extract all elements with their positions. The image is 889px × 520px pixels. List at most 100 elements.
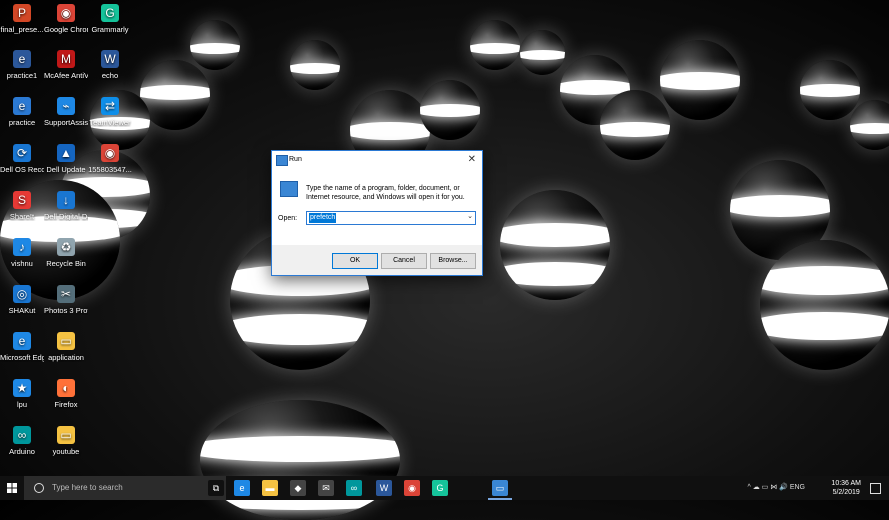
edge-icon: e [13,332,31,350]
task-view-icon[interactable]: ⧉ [208,480,224,496]
run-titlebar[interactable]: Run ✕ [272,151,482,169]
run-title: Run [289,156,302,163]
open-label: Open: [278,215,298,222]
arduino-icon[interactable]: ∞ [346,480,362,496]
desktop-icon-label: McAfee AntiVirus [44,71,88,80]
edge-file-icon: e [13,50,31,68]
desktop-icon[interactable]: e practice [0,97,44,127]
edge-icon[interactable]: e [234,480,250,496]
powerpoint-icon: P [13,4,31,22]
desktop-icon-label: 155803547... [88,165,132,174]
desktop-icon-label: final_prese... [0,25,44,34]
desktop-icon[interactable]: ◐ Firefox [44,379,88,409]
word-icon: W [101,50,119,68]
grammarly-icon[interactable]: G [432,480,448,496]
desktop-icon[interactable]: Wecho [88,50,132,80]
dell-update-icon: ▲ [57,144,75,162]
run-dialog: Run ✕ Type the name of a program, folder… [271,150,483,276]
vishnu-icon: ♪ [13,238,31,256]
edge-file-icon: e [13,97,31,115]
desktop-icon[interactable]: ✂ Photos 3 Professional [44,285,88,315]
arduino-icon: ∞ [13,426,31,444]
shareit-icon: S [13,191,31,209]
clock-date: 5/2/2019 [832,489,860,496]
shakut-icon: ◎ [13,285,31,303]
close-icon[interactable]: ✕ [468,154,476,165]
desktop-icon[interactable]: ⟳ Dell OS Recove... [0,144,44,174]
file-explorer-icon[interactable]: ▬ [262,480,278,496]
desktop-icon-label: TeamViewer [89,118,131,127]
desktop-icon[interactable]: G Grammarly [88,4,132,34]
firefox-icon: ◐ [57,379,75,397]
desktop-icon-label: Dell OS Recove... [0,165,44,174]
desktop-icon[interactable]: ◎ SHAKut [0,285,44,315]
desktop-icon-label: Microsoft Edge [0,353,44,362]
desktop-icon[interactable]: ♻ Recycle Bin [44,238,88,268]
photos-icon: ✂ [57,285,75,303]
run-app-icon[interactable]: ▭ [492,480,508,496]
search-placeholder: Type here to search [52,483,123,492]
windows-icon [7,483,17,493]
desktop-icon[interactable]: e practice1 [0,50,44,80]
desktop-icon[interactable]: ▭ application [44,332,88,362]
desktop-icon[interactable]: ♪ vishnu [0,238,44,268]
store-icon[interactable]: ◆ [290,480,306,496]
desktop-icon-label: Dell Digital Delivery [44,212,88,221]
desktop-icon-label: Grammarly [91,25,129,34]
desktop-icon-label: ShareIt [9,212,35,221]
desktop-icon-label: practice1 [6,71,38,80]
cancel-button[interactable]: Cancel [381,253,427,269]
chrome-file-icon: ◉ [101,144,119,162]
recycle-bin-icon: ♻ [57,238,75,256]
desktop-icon[interactable]: ▲ Dell Update [44,144,88,174]
desktop-icon-label: Firefox [54,400,78,409]
desktop-icon-label: practice [8,118,36,127]
open-input-value[interactable]: prefetch [309,213,337,223]
desktop-icon[interactable]: ◉ 155803547... [88,144,132,174]
chrome-icon: ◉ [57,4,75,22]
desktop-icon-label: youtube [52,447,80,456]
desktop-icon-label: lpu [16,400,27,409]
mail-icon[interactable]: ✉ [318,480,334,496]
chevron-down-icon[interactable]: ⌄ [467,212,473,220]
notification-icon[interactable] [870,483,881,494]
desktop-icon[interactable]: e Microsoft Edge [0,332,44,362]
desktop-icon[interactable]: ⇄ TeamViewer [88,97,132,127]
open-input[interactable]: prefetch ⌄ [306,211,476,225]
desktop-icon-label: vishnu [11,259,33,268]
taskbar: Type here to search ⧉ e ▬ ◆ ✉ ∞ W ◉ G ▭ ^ ☁ ▭ ⋈ 🔊… [0,476,889,500]
browse-button[interactable]: Browse... [430,253,476,269]
desktop-icon[interactable]: ∞ Arduino [0,426,44,456]
teamviewer-icon: ⇄ [101,97,119,115]
lpu-icon: ★ [13,379,31,397]
ok-button[interactable]: OK [332,253,378,269]
desktop-icon-label: Google Chrome [44,25,88,34]
desktop-icon-label: SupportAssist [44,118,88,127]
word-icon[interactable]: W [376,480,392,496]
start-button[interactable] [0,476,24,500]
desktop-icon[interactable]: ⌁ SupportAssist [44,97,88,127]
desktop-icon[interactable]: ▭ youtube [44,426,88,456]
desktop-icon[interactable]: ◉ Google Chrome [44,4,88,34]
system-tray[interactable]: ^ ☁ ▭ ⋈ 🔊 ENG [747,483,805,491]
clock-time: 10:36 AM [831,480,861,487]
desktop-icon-label: Arduino [9,447,35,456]
file-icon: ▭ [57,426,75,444]
search-input[interactable]: Type here to search [24,476,226,500]
desktop-icon[interactable]: M McAfee AntiVirus [44,50,88,80]
desktop-icon[interactable]: ★ lpu [0,379,44,409]
desktop-icon-label: Recycle Bin [46,259,86,268]
desktop-icon[interactable]: S ShareIt [0,191,44,221]
mcafee-icon: M [57,50,75,68]
dell-delivery-icon: ↓ [57,191,75,209]
desktop-icon[interactable]: ↓ Dell Digital Delivery [44,191,88,221]
clock[interactable]: 10:36 AM 5/2/2019 [831,479,861,497]
run-program-icon [280,181,298,197]
desktop-icon-label: Dell Update [46,165,86,174]
desktop-icon-label: SHAKut [8,306,36,315]
chrome-icon[interactable]: ◉ [404,480,420,496]
run-description: Type the name of a program, folder, docu… [306,185,465,201]
desktop-icon-label: Photos 3 Professional [44,306,88,315]
desktop-icon[interactable]: Pfinal_prese... [0,4,44,34]
dell-recovery-icon: ⟳ [13,144,31,162]
